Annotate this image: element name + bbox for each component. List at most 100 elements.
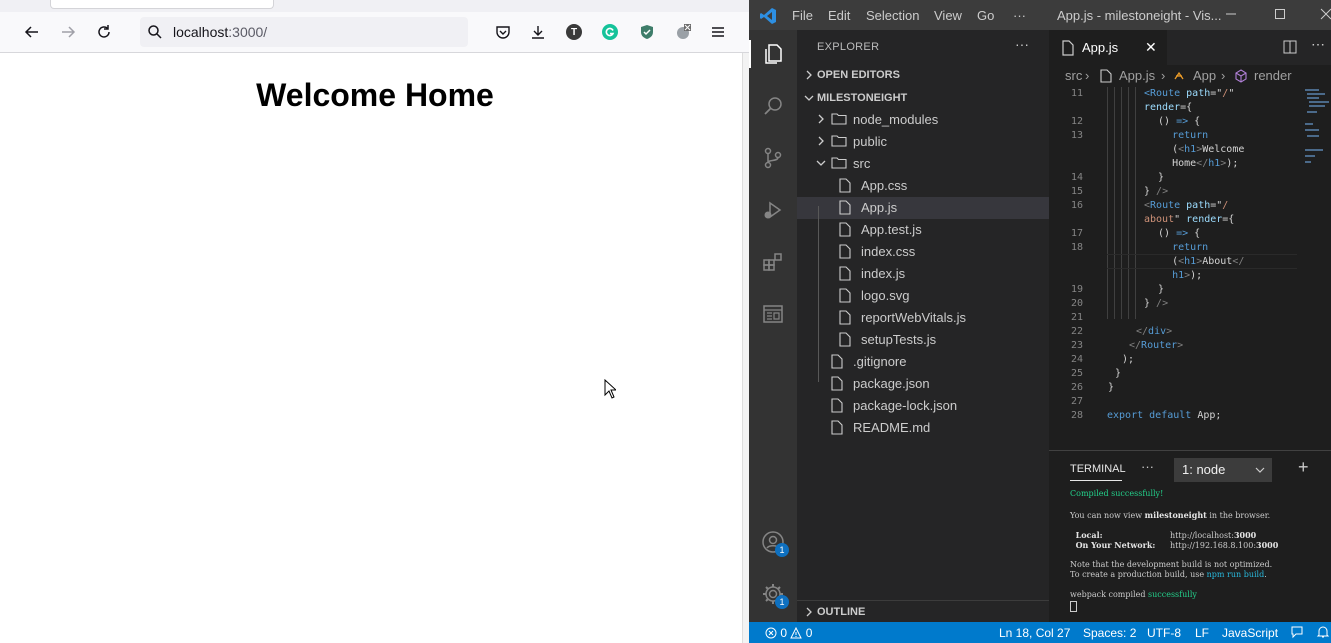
line-number: 16 bbox=[1070, 200, 1083, 211]
menu-more[interactable]: ··· bbox=[1013, 8, 1026, 23]
browser-tab[interactable] bbox=[50, 0, 274, 9]
indent-guide bbox=[1128, 87, 1129, 319]
extension-disabled-icon[interactable] bbox=[672, 21, 694, 43]
shield-extension-icon[interactable] bbox=[636, 21, 658, 43]
tree-item[interactable]: src bbox=[797, 153, 1049, 175]
new-terminal-icon[interactable]: + bbox=[1298, 457, 1309, 478]
tor-extension-icon[interactable]: T bbox=[563, 21, 585, 43]
active-indicator bbox=[749, 40, 751, 68]
file-icon bbox=[1061, 40, 1075, 56]
line-number: 15 bbox=[1070, 186, 1083, 197]
terminal-shell-select[interactable]: 1: node bbox=[1174, 458, 1272, 482]
line-number: 22 bbox=[1070, 326, 1083, 337]
indentation[interactable]: Spaces: 2 bbox=[1083, 626, 1136, 640]
breadcrumb-class[interactable]: App bbox=[1193, 68, 1216, 83]
close-tab-icon[interactable]: ✕ bbox=[1145, 39, 1157, 56]
remote-explorer-icon[interactable] bbox=[761, 302, 785, 326]
tree-item[interactable]: node_modules bbox=[797, 109, 1049, 131]
forward-arrow-icon[interactable] bbox=[56, 20, 80, 44]
minimize-icon[interactable] bbox=[1224, 7, 1238, 21]
encoding[interactable]: UTF-8 bbox=[1147, 626, 1181, 640]
minimap[interactable] bbox=[1303, 87, 1331, 187]
tree-item[interactable]: package.json bbox=[797, 373, 1049, 395]
back-arrow-icon[interactable] bbox=[20, 20, 44, 44]
code-line: } bbox=[1146, 284, 1165, 295]
menu-view[interactable]: View bbox=[934, 8, 962, 23]
line-ending[interactable]: LF bbox=[1195, 626, 1209, 640]
terminal-shell-value: 1: node bbox=[1182, 462, 1226, 477]
line-number: 23 bbox=[1070, 340, 1083, 351]
tree-item[interactable]: App.test.js bbox=[797, 219, 1049, 241]
menu-file[interactable]: File bbox=[792, 8, 813, 23]
line-number: 18 bbox=[1070, 242, 1083, 253]
feedback-icon[interactable] bbox=[1290, 625, 1304, 639]
code-line: render={ bbox=[1144, 102, 1193, 113]
terminal-line-compiled: Compiled successfully! bbox=[1070, 489, 1164, 498]
editor-more-button[interactable]: ⋯ bbox=[1311, 36, 1325, 53]
cursor-position[interactable]: Ln 18, Col 27 bbox=[999, 626, 1070, 640]
tree-item[interactable]: package-lock.json bbox=[797, 395, 1049, 417]
terminal-tab[interactable]: TERMINAL bbox=[1070, 463, 1126, 475]
reload-icon[interactable] bbox=[92, 20, 116, 44]
tree-item[interactable]: App.css bbox=[797, 175, 1049, 197]
explorer-files-icon[interactable] bbox=[761, 42, 785, 66]
tree-item[interactable]: public bbox=[797, 131, 1049, 153]
code-line: return bbox=[1148, 130, 1209, 141]
breadcrumb-src[interactable]: src bbox=[1065, 68, 1082, 83]
tree-item[interactable]: reportWebVitals.js bbox=[797, 307, 1049, 329]
title-bar: File Edit Selection View Go ··· App.js -… bbox=[749, 0, 1331, 30]
terminal-more-button[interactable]: ··· bbox=[1141, 459, 1154, 474]
grammarly-icon[interactable] bbox=[599, 21, 621, 43]
tab-app-js[interactable]: App.js ✕ bbox=[1049, 30, 1167, 65]
maximize-icon[interactable] bbox=[1273, 7, 1287, 21]
run-debug-icon[interactable] bbox=[761, 198, 785, 222]
explorer-more-button[interactable]: ··· bbox=[1015, 36, 1029, 52]
terminal-cursor bbox=[1070, 601, 1077, 612]
chevron-right-icon bbox=[803, 69, 815, 81]
chevron-right-icon: › bbox=[1221, 68, 1226, 83]
pocket-icon[interactable] bbox=[492, 21, 514, 43]
search-icon[interactable] bbox=[761, 94, 785, 118]
tree-item[interactable]: logo.svg bbox=[797, 285, 1049, 307]
file-icon bbox=[831, 376, 843, 391]
tree-item[interactable]: README.md bbox=[797, 417, 1049, 439]
tree-item-label: logo.svg bbox=[861, 288, 910, 303]
breadcrumb-file[interactable]: App.js bbox=[1119, 68, 1155, 83]
extensions-icon[interactable] bbox=[761, 250, 785, 274]
source-control-icon[interactable] bbox=[761, 146, 785, 170]
problems-status[interactable]: 0 0 bbox=[765, 626, 812, 640]
hamburger-menu-icon[interactable] bbox=[707, 21, 729, 43]
close-window-icon[interactable] bbox=[1319, 7, 1331, 21]
tree-item-label: package-lock.json bbox=[853, 398, 958, 413]
code-line: return bbox=[1148, 242, 1209, 253]
tree-item-label: setupTests.js bbox=[861, 332, 937, 347]
open-editors-section[interactable]: OPEN EDITORS bbox=[797, 65, 1049, 87]
language-mode[interactable]: JavaScript bbox=[1222, 626, 1278, 640]
menu-selection[interactable]: Selection bbox=[866, 8, 919, 23]
tree-item[interactable]: index.css bbox=[797, 241, 1049, 263]
breadcrumb-method[interactable]: render bbox=[1254, 68, 1292, 83]
project-section[interactable]: MILESTONEIGHT bbox=[797, 88, 1049, 110]
download-icon[interactable] bbox=[527, 21, 549, 43]
tab-label: App.js bbox=[1082, 40, 1119, 55]
status-bar: 0 0 Ln 18, Col 27 Spaces: 2 UTF-8 LF Jav… bbox=[749, 622, 1331, 643]
accounts-badge: 1 bbox=[775, 543, 789, 557]
tree-item[interactable]: .gitignore bbox=[797, 351, 1049, 373]
tree-item-label: .gitignore bbox=[853, 354, 907, 369]
code-line: } /> bbox=[1144, 298, 1169, 309]
chevron-right-icon: › bbox=[1085, 68, 1090, 83]
url-bar[interactable]: localhost:3000/ bbox=[140, 17, 468, 47]
tree-item[interactable]: App.js bbox=[797, 197, 1049, 219]
tree-item[interactable]: setupTests.js bbox=[797, 329, 1049, 351]
menu-go[interactable]: Go bbox=[977, 8, 994, 23]
outline-section[interactable]: OUTLINE bbox=[797, 600, 1049, 623]
notifications-bell-icon[interactable] bbox=[1316, 625, 1330, 639]
line-number: 28 bbox=[1070, 410, 1083, 421]
tree-item[interactable]: index.js bbox=[797, 263, 1049, 285]
menu-edit[interactable]: Edit bbox=[828, 8, 850, 23]
line-number: 25 bbox=[1070, 368, 1083, 379]
file-icon bbox=[839, 178, 851, 193]
code-view[interactable]: 11 <Route path="/" render={12 () => {13 re… bbox=[1049, 87, 1331, 450]
file-icon bbox=[839, 332, 851, 347]
split-editor-icon[interactable] bbox=[1283, 40, 1297, 54]
